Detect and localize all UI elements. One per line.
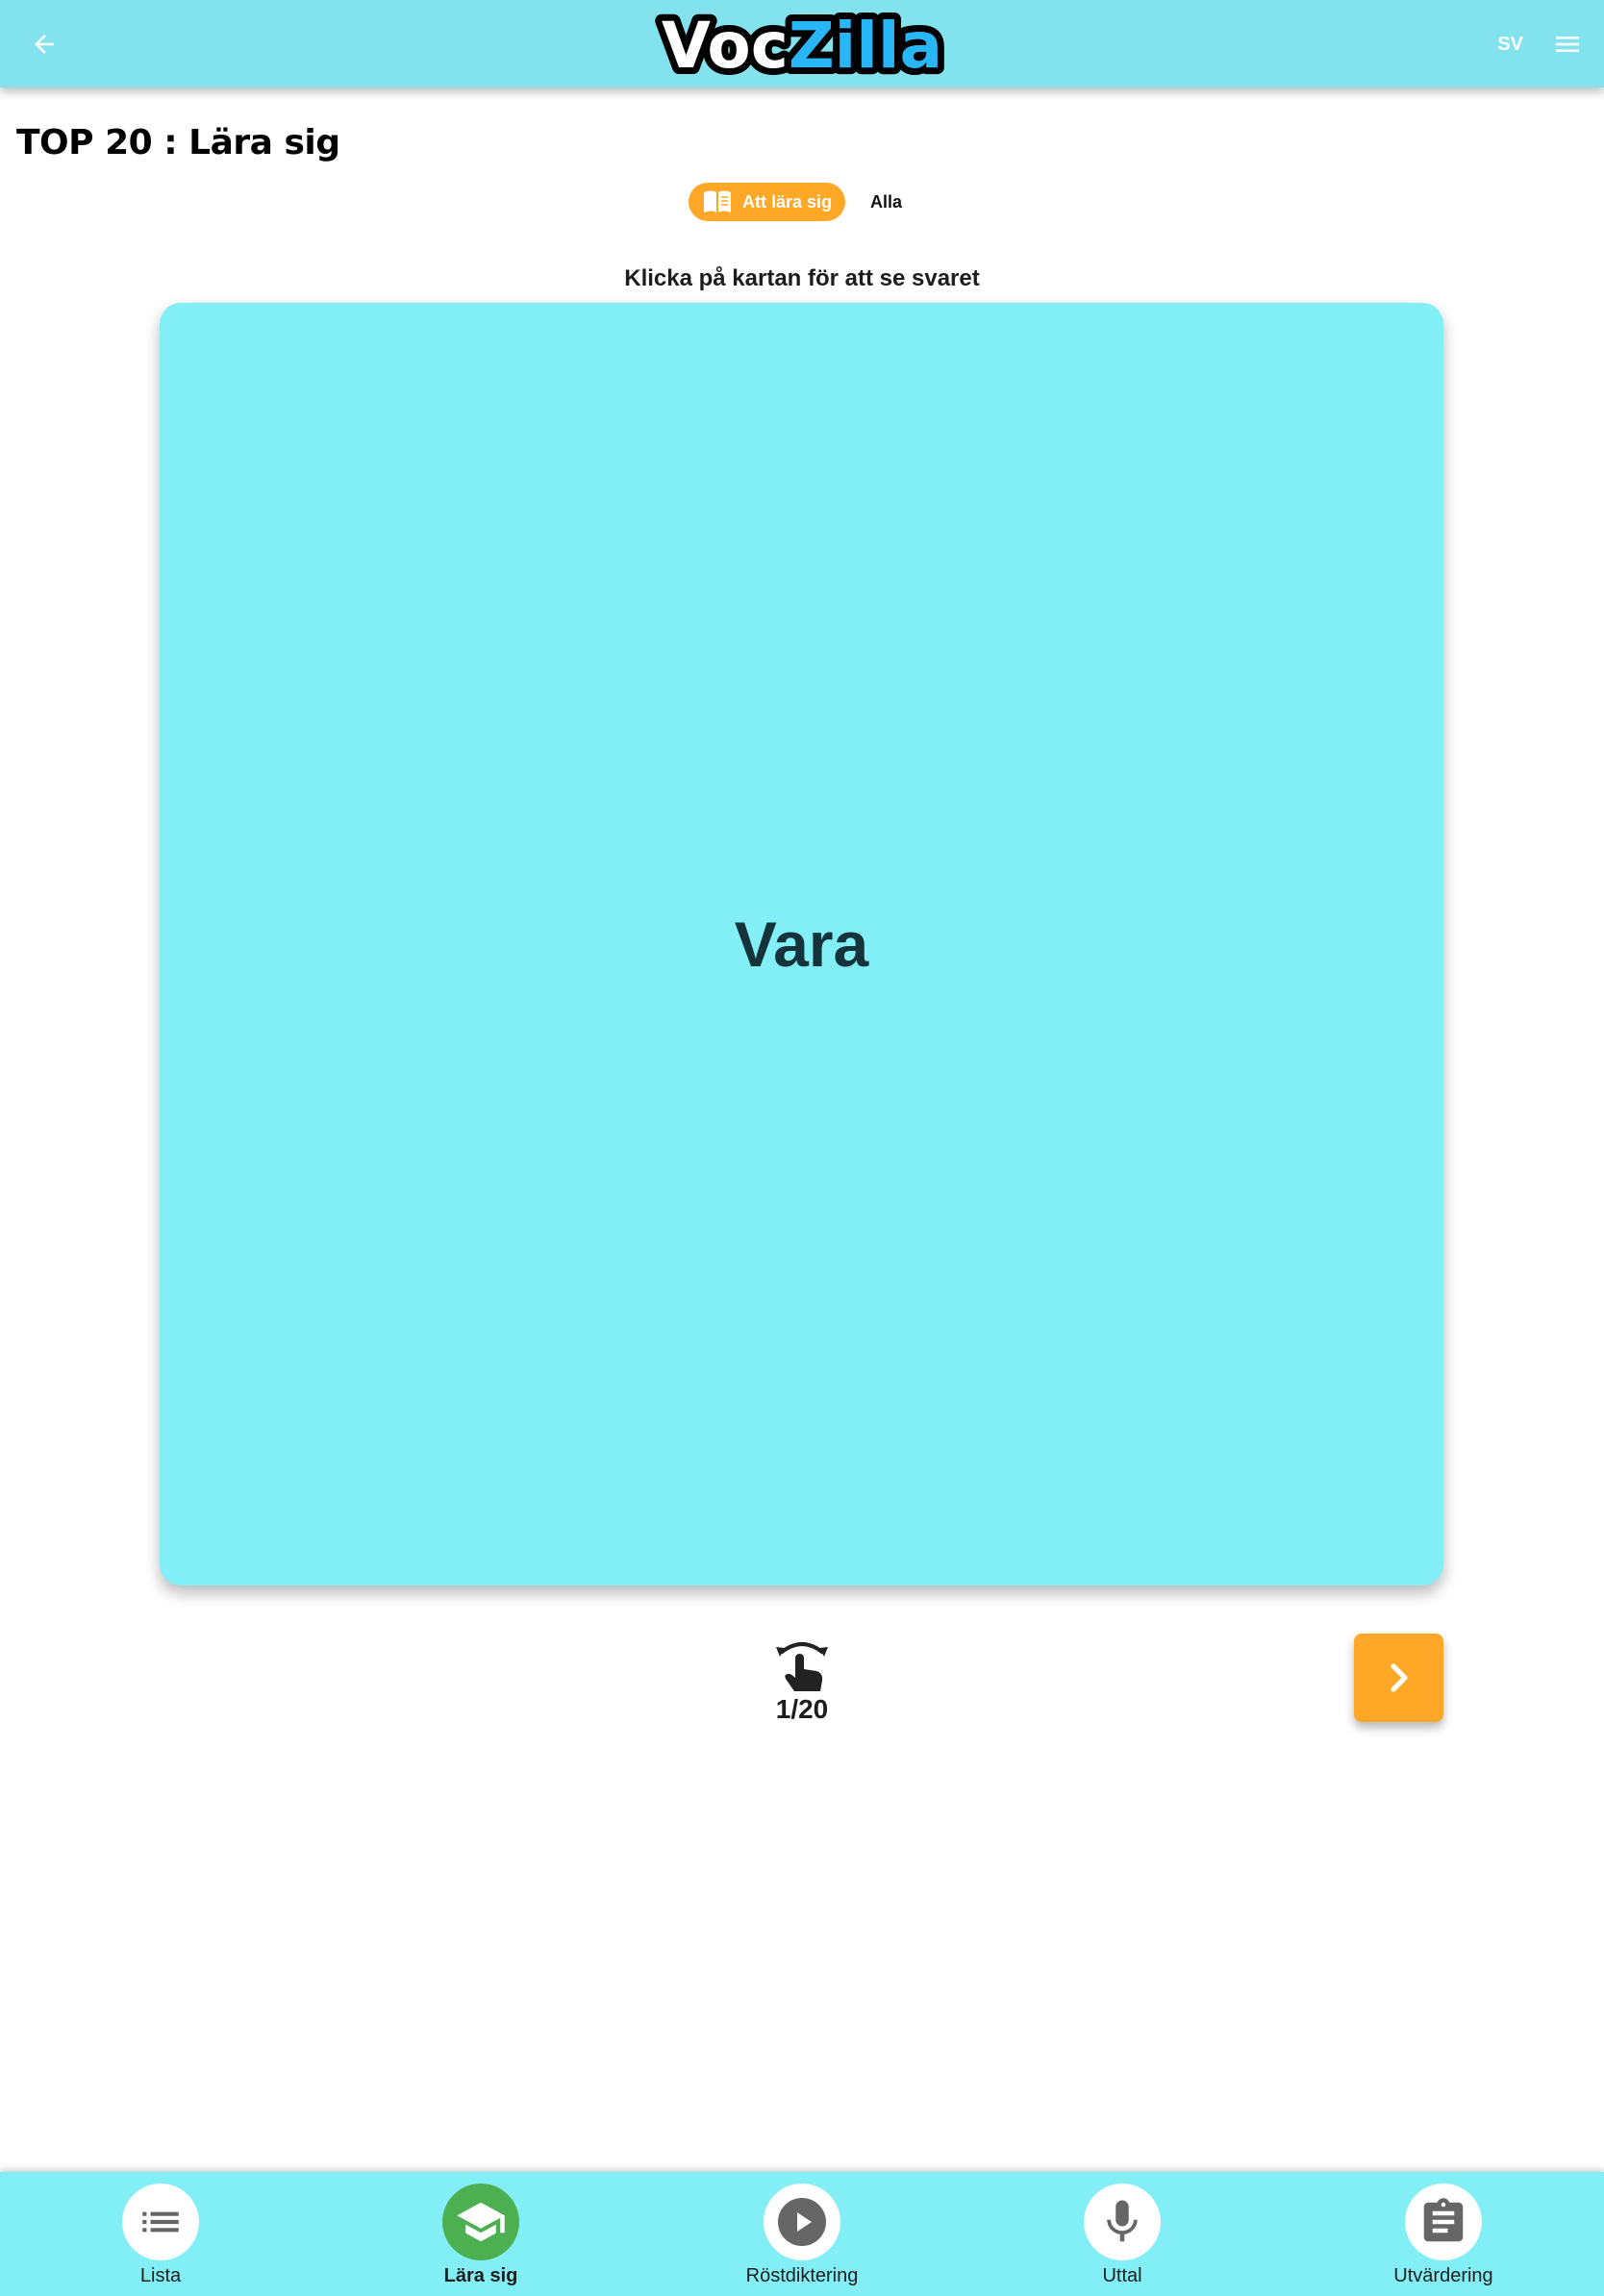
clipboard-icon xyxy=(1423,2198,1464,2242)
bottom-navigation: Lista Lära sig Röstdiktering Uttal Utvär… xyxy=(0,2172,1604,2296)
app-bar: VocZilla VocZilla SV xyxy=(0,0,1604,87)
play-icon xyxy=(778,2198,826,2246)
nav-icon-circle xyxy=(1084,2184,1161,2260)
nav-label: Röstdiktering xyxy=(745,2265,859,2286)
nav-item-pronunciation[interactable]: Uttal xyxy=(1007,2172,1238,2296)
nav-label: Utvärdering xyxy=(1393,2265,1493,2286)
app-screen: VocZilla VocZilla SV TOP 20 : Lära sig A… xyxy=(0,0,1604,2296)
back-button[interactable] xyxy=(21,21,67,67)
voczilla-logo: VocZilla VocZilla xyxy=(655,6,949,85)
nav-icon-circle xyxy=(1405,2184,1482,2260)
nav-item-learn[interactable]: Lära sig xyxy=(365,2172,596,2296)
filter-segment: Att lära sig Alla xyxy=(689,183,902,221)
nav-item-list[interactable]: Lista xyxy=(45,2172,276,2296)
chevron-right-icon xyxy=(1390,1663,1408,1692)
hamburger-menu-icon xyxy=(1556,37,1579,52)
card-word: Vara xyxy=(734,909,869,980)
arrow-left-icon xyxy=(35,35,54,54)
nav-label: Uttal xyxy=(1102,2265,1142,2286)
tap-flip-icon xyxy=(776,1642,828,1691)
list-icon xyxy=(142,2211,179,2233)
card-instruction: Klicka på kartan för att se svaret xyxy=(624,265,980,291)
svg-text:VocZilla: VocZilla xyxy=(662,9,942,83)
filter-to-learn-label: Att lära sig xyxy=(742,191,833,212)
flashcard[interactable]: Vara xyxy=(160,303,1443,1585)
page-title: TOP 20 : Lära sig xyxy=(16,123,340,162)
filter-to-learn-chip[interactable]: Att lära sig xyxy=(689,183,846,221)
menu-button[interactable] xyxy=(1544,21,1591,67)
open-book-icon xyxy=(704,190,731,212)
nav-label: Lista xyxy=(139,2265,182,2286)
filter-all-chip[interactable]: Alla xyxy=(870,192,902,212)
graduation-cap-icon xyxy=(457,2202,505,2242)
microphone-icon xyxy=(1107,2200,1138,2242)
nav-item-evaluation[interactable]: Utvärdering xyxy=(1328,2172,1559,2296)
nav-icon-circle xyxy=(442,2184,519,2260)
language-selector[interactable]: SV xyxy=(1497,29,1523,60)
nav-icon-circle xyxy=(122,2184,199,2260)
nav-item-voice-dictation[interactable]: Röstdiktering xyxy=(687,2172,917,2296)
nav-icon-circle xyxy=(764,2184,840,2260)
nav-label: Lära sig xyxy=(443,2265,518,2286)
next-card-button[interactable] xyxy=(1354,1634,1443,1722)
